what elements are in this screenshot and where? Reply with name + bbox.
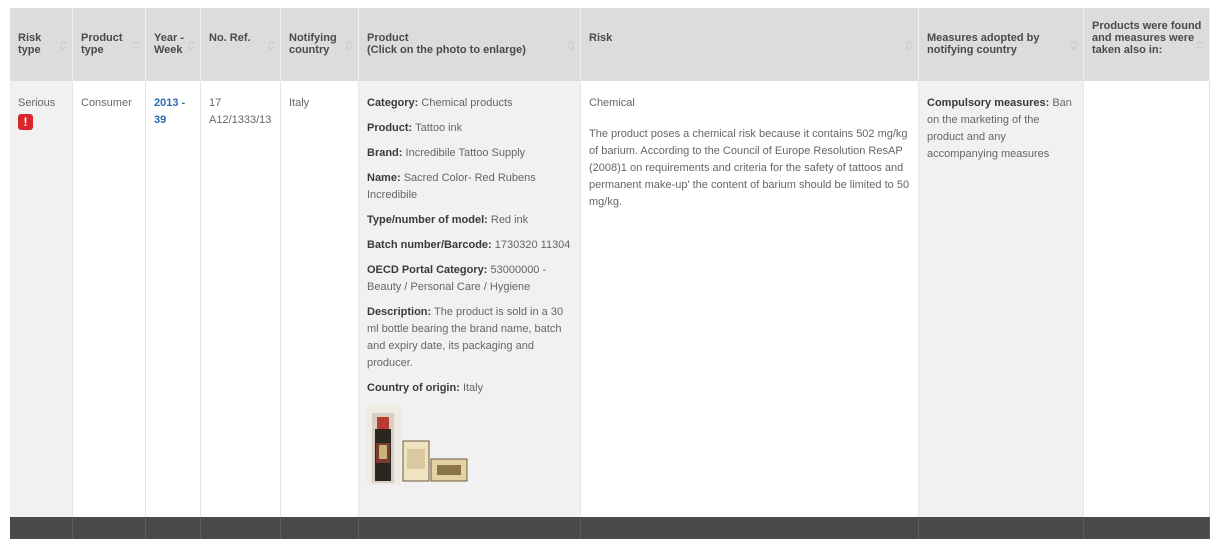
footer-row-cell xyxy=(73,517,146,539)
cell-risk: Chemical The product poses a chemical ri… xyxy=(581,81,919,517)
product-oecd: OECD Portal Category: 53000000 - Beauty … xyxy=(367,264,547,293)
col-header-also-in[interactable]: Products were found and measures were ta… xyxy=(1084,8,1210,81)
sort-icon xyxy=(1070,40,1078,50)
product-photo[interactable] xyxy=(367,405,477,485)
product-category: Category: Chemical products xyxy=(367,97,513,109)
product-origin: Country of origin: Italy xyxy=(367,382,484,394)
col-header-risk-type[interactable]: Risk type xyxy=(10,8,73,81)
year-week-link[interactable]: 2013 - 39 xyxy=(154,97,185,126)
col-header-risk[interactable]: Risk xyxy=(581,8,919,81)
sort-icon xyxy=(187,40,195,50)
measures-label: Compulsory measures: xyxy=(927,97,1050,109)
col-header-year-week[interactable]: Year - Week xyxy=(146,8,201,81)
footer-row-cell xyxy=(581,517,919,539)
product-product: Product: Tattoo ink xyxy=(367,122,463,134)
product-model: Type/number of model: Red ink xyxy=(367,214,529,226)
sort-icon xyxy=(267,40,275,50)
col-header-no-ref[interactable]: No. Ref. xyxy=(201,8,281,81)
footer-row-cell xyxy=(201,517,281,539)
col-header-notifying-country[interactable]: Notifying country xyxy=(281,8,359,81)
col-header-product-type[interactable]: Product type xyxy=(73,8,146,81)
col-header-product[interactable]: Product (Click on the photo to enlarge) xyxy=(359,8,581,81)
cell-measures: Compulsory measures: Ban on the marketin… xyxy=(919,81,1084,517)
ref-code: A12/1333/13 xyxy=(209,114,272,126)
col-header-measures[interactable]: Measures adopted by notifying country xyxy=(919,8,1084,81)
footer-row-cell xyxy=(359,517,581,539)
notifying-country-text: Italy xyxy=(289,97,310,109)
cell-no-ref: 17 A12/1333/13 xyxy=(201,81,281,517)
product-name: Name: Sacred Color- Red Rubens Incredibi… xyxy=(367,172,536,201)
product-batch: Batch number/Barcode: 1730320 11304 xyxy=(367,239,571,251)
sort-icon xyxy=(345,40,353,50)
sort-icon xyxy=(905,40,913,50)
product-description: Description: The product is sold in a 30… xyxy=(367,306,564,369)
sort-icon xyxy=(59,40,67,50)
sort-icon xyxy=(1196,40,1204,50)
cell-risk-type: Serious ! xyxy=(10,81,73,517)
product-type-text: Consumer xyxy=(81,97,132,109)
footer-row-cell xyxy=(1084,517,1210,539)
product-brand: Brand: Incredibile Tattoo Supply xyxy=(367,147,526,159)
cell-year-week: 2013 - 39 xyxy=(146,81,201,517)
ref-number: 17 xyxy=(209,97,222,109)
risk-description: The product poses a chemical risk becaus… xyxy=(589,128,910,208)
risk-type-text: Serious xyxy=(18,97,56,109)
sort-icon xyxy=(132,40,140,50)
cell-notifying-country: Italy xyxy=(281,81,359,517)
product-photo-image xyxy=(367,405,468,485)
footer-row-cell xyxy=(281,517,359,539)
cell-product: Category: Chemical products Product: Tat… xyxy=(359,81,581,517)
results-table: Risk type Product type Year - Week No. R… xyxy=(0,0,1210,542)
cell-product-type: Consumer xyxy=(73,81,146,517)
footer-row-cell xyxy=(10,517,73,539)
footer-row-cell xyxy=(919,517,1084,539)
sort-icon xyxy=(567,40,575,50)
serious-risk-icon: ! xyxy=(18,114,33,130)
footer-row-cell xyxy=(146,517,201,539)
risk-title: Chemical xyxy=(589,97,635,109)
cell-also-in xyxy=(1084,81,1210,517)
